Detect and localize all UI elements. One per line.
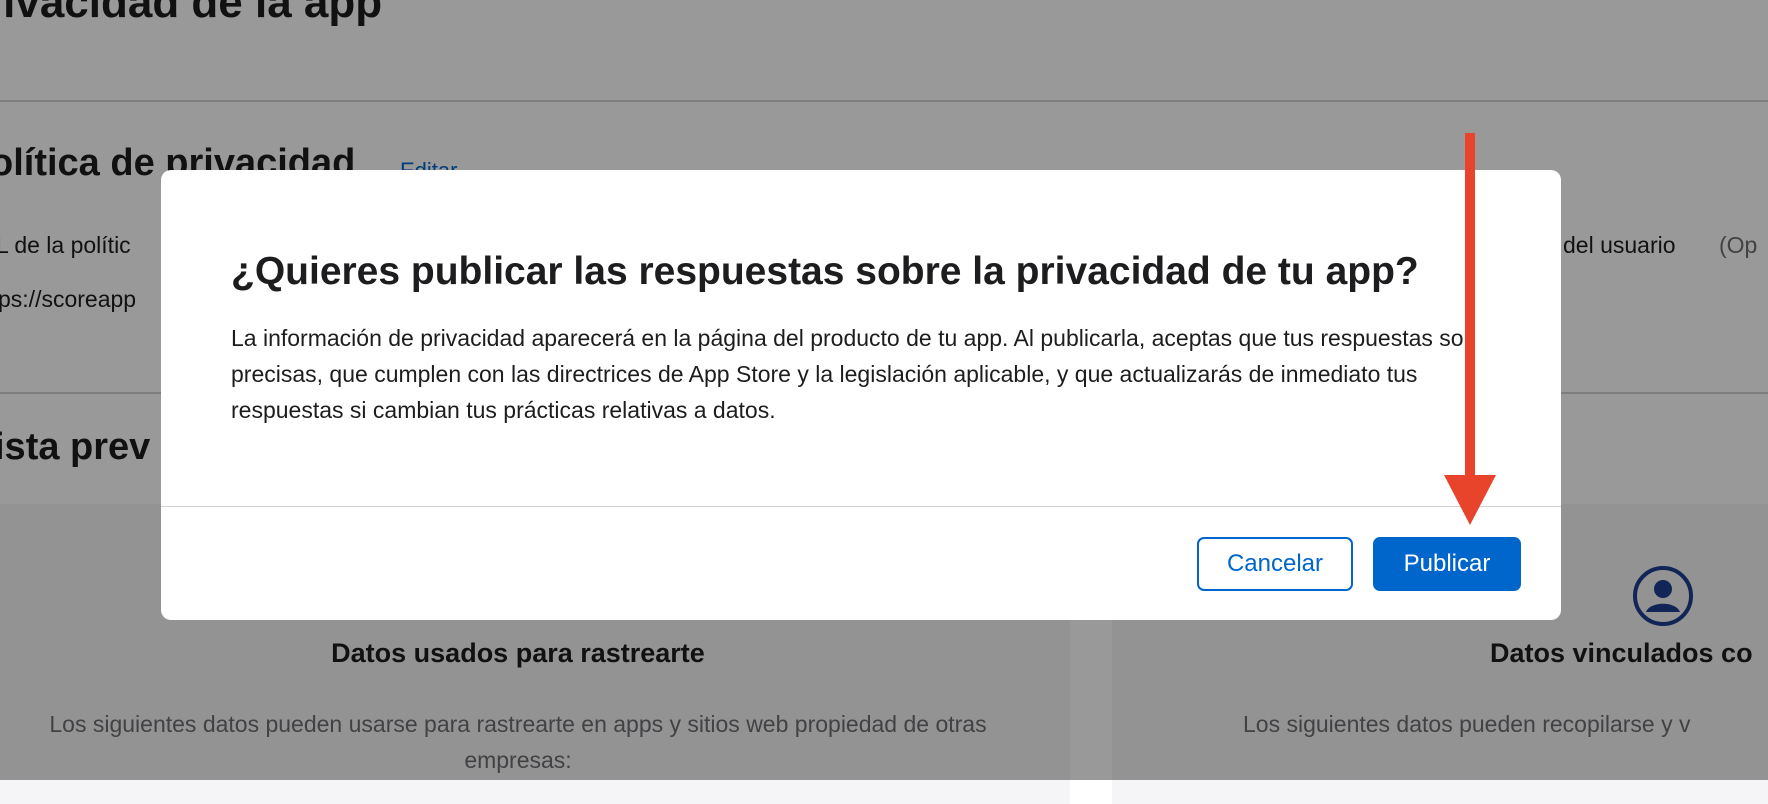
cancel-button[interactable]: Cancelar bbox=[1197, 537, 1353, 591]
publish-button[interactable]: Publicar bbox=[1373, 537, 1521, 591]
down-arrow-icon bbox=[1440, 133, 1500, 533]
dialog-title: ¿Quieres publicar las respuestas sobre l… bbox=[231, 250, 1419, 293]
publish-confirmation-dialog: ¿Quieres publicar las respuestas sobre l… bbox=[161, 170, 1561, 620]
dialog-body: La información de privacidad aparecerá e… bbox=[231, 325, 1477, 423]
dialog-divider bbox=[161, 506, 1561, 507]
